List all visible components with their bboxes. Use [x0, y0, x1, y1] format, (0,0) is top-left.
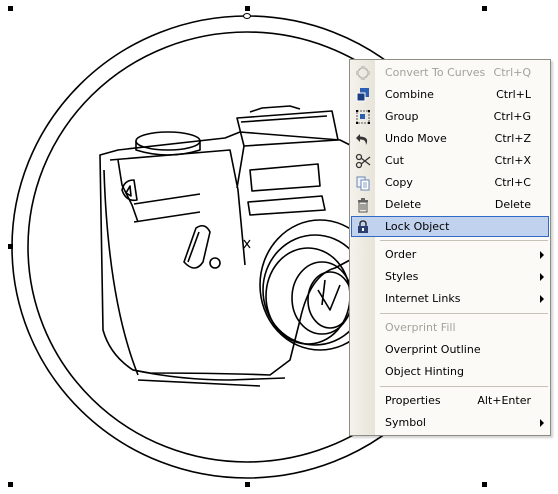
selection-handle-top[interactable] — [245, 6, 250, 11]
menu-item-label: Internet Links — [385, 292, 461, 305]
selection-handle-bottom-right[interactable] — [482, 482, 487, 487]
context-menu: Convert To Curves Ctrl+Q Combine Ctrl+L … — [349, 59, 551, 436]
convert-curves-icon — [356, 66, 370, 80]
selection-handle-bottom-left[interactable] — [8, 482, 13, 487]
submenu-arrow-icon — [540, 251, 544, 259]
menu-item-shortcut: Delete — [494, 198, 531, 211]
menu-item-label: Undo Move — [385, 132, 447, 145]
submenu-arrow-icon — [540, 295, 544, 303]
menu-item-shortcut: Ctrl+G — [493, 110, 531, 123]
scissors-icon — [355, 153, 371, 169]
camera-drawing[interactable] — [99, 105, 381, 387]
menu-item-shortcut: Ctrl+X — [494, 154, 531, 167]
menu-item-label: Order — [385, 248, 417, 261]
menu-item-symbol[interactable]: Symbol — [351, 412, 549, 433]
selection-handle-left[interactable] — [8, 244, 13, 249]
menu-item-shortcut: Alt+Enter — [477, 394, 531, 407]
menu-item-shortcut: Ctrl+Z — [494, 132, 531, 145]
menu-item-overprint-outline[interactable]: Overprint Outline — [351, 339, 549, 360]
menu-item-label: Combine — [385, 88, 434, 101]
rotation-anchor[interactable] — [243, 13, 251, 19]
selection-handle-bottom[interactable] — [245, 482, 250, 487]
menu-item-label: Delete — [385, 198, 422, 211]
menu-separator — [380, 386, 548, 387]
menu-item-object-hinting[interactable]: Object Hinting — [351, 361, 549, 382]
menu-item-label: Overprint Fill — [385, 321, 456, 334]
copy-icon — [356, 176, 370, 191]
menu-item-delete[interactable]: Delete Delete — [351, 194, 549, 215]
menu-item-group[interactable]: Group Ctrl+G — [351, 106, 549, 127]
menu-item-label: Object Hinting — [385, 365, 464, 378]
menu-item-shortcut: Ctrl+L — [496, 88, 531, 101]
menu-item-order[interactable]: Order — [351, 244, 549, 265]
viewfinder — [249, 163, 321, 192]
menu-item-label: Properties — [385, 394, 441, 407]
selection-handle-top-left[interactable] — [8, 6, 13, 11]
menu-item-properties[interactable]: Properties Alt+Enter — [351, 390, 549, 411]
menu-item-label: Symbol — [385, 416, 426, 429]
menu-separator — [380, 240, 548, 241]
menu-item-label: Convert To Curves — [385, 66, 486, 79]
menu-item-label: Copy — [385, 176, 413, 189]
menu-item-label: Group — [385, 110, 419, 123]
menu-item-copy[interactable]: Copy Ctrl+C — [351, 172, 549, 193]
menu-item-label: Lock Object — [385, 220, 450, 233]
menu-item-lock-object[interactable]: Lock Object — [351, 216, 549, 237]
menu-item-shortcut: Ctrl+C — [494, 176, 531, 189]
menu-separator — [380, 313, 548, 314]
lock-icon — [358, 220, 368, 233]
menu-item-combine[interactable]: Combine Ctrl+L — [351, 84, 549, 105]
menu-item-undo-move[interactable]: Undo Move Ctrl+Z — [351, 128, 549, 149]
menu-item-label: Cut — [385, 154, 404, 167]
menu-item-label: Styles — [385, 270, 419, 283]
trash-icon — [358, 198, 368, 213]
group-icon — [356, 110, 370, 124]
menu-item-overprint-fill[interactable]: Overprint Fill — [351, 317, 549, 338]
undo-icon — [356, 134, 368, 145]
menu-item-internet-links[interactable]: Internet Links — [351, 288, 549, 309]
selection-handle-top-right[interactable] — [482, 6, 487, 11]
combine-icon — [356, 88, 369, 102]
submenu-arrow-icon — [540, 273, 544, 281]
menu-item-styles[interactable]: Styles — [351, 266, 549, 287]
camera-body — [99, 131, 351, 376]
menu-item-convert-to-curves[interactable]: Convert To Curves Ctrl+Q — [351, 62, 549, 83]
submenu-arrow-icon — [540, 419, 544, 427]
menu-item-cut[interactable]: Cut Ctrl+X — [351, 150, 549, 171]
menu-item-label: Overprint Outline — [385, 343, 481, 356]
menu-item-shortcut: Ctrl+Q — [493, 66, 531, 79]
